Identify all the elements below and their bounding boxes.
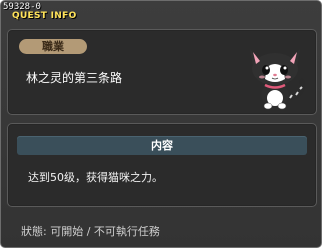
quest-info-window: 59328-0 QUEST INFO 職業 林之灵的第三条路 内容 达到50级，… bbox=[0, 0, 322, 248]
content-text: 达到50级，获得猫咪之力。 bbox=[28, 171, 163, 184]
quest-content-panel: 内容 达到50级，获得猫咪之力。 bbox=[7, 123, 317, 207]
quest-name: 林之灵的第三条路 bbox=[26, 71, 123, 85]
quest-summary-panel: 職業 林之灵的第三条路 bbox=[7, 29, 317, 115]
black-white-cat-icon bbox=[250, 49, 305, 110]
job-badge: 職業 bbox=[19, 39, 87, 54]
content-header: 内容 bbox=[17, 136, 307, 155]
status-value: 可開始 / 不可執行任務 bbox=[50, 225, 160, 238]
quest-status: 狀態: 可開始 / 不可執行任務 bbox=[21, 223, 160, 239]
status-label: 狀態: bbox=[21, 225, 47, 238]
window-title: QUEST INFO bbox=[12, 11, 77, 21]
